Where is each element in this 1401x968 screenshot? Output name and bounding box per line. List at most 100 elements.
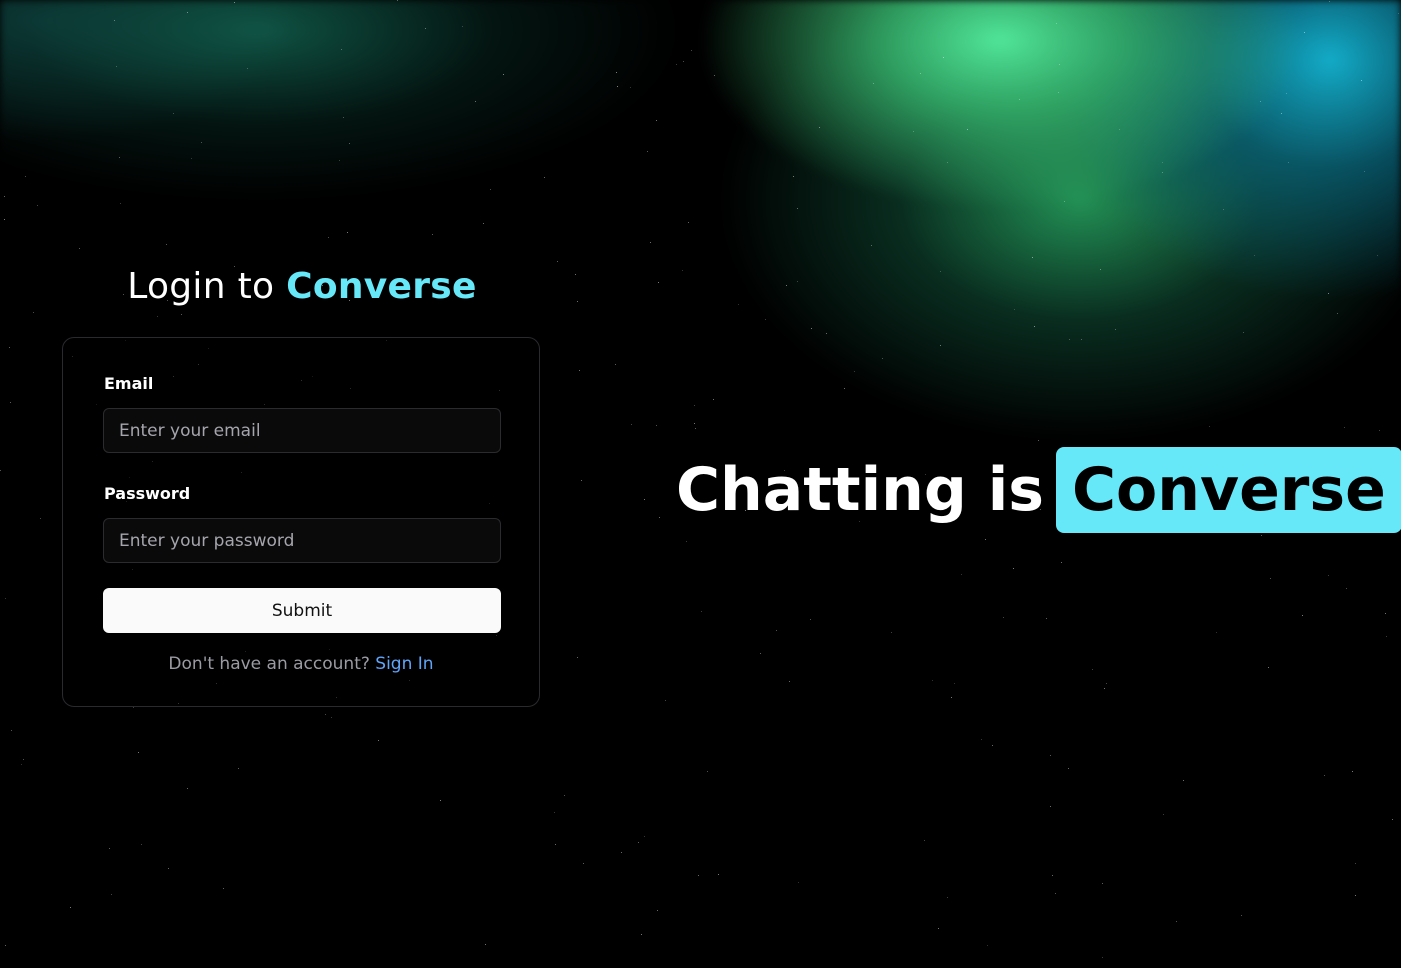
star-dot [1268,667,1269,668]
star-dot [1102,957,1103,958]
star-dot [947,162,948,163]
star-dot [631,424,632,425]
star-dot [682,270,683,271]
sign-in-link[interactable]: Sign In [375,654,433,674]
star-dot [1162,172,1163,173]
star-dot [798,882,799,883]
star-dot [234,2,235,3]
star-dot [1254,255,1255,256]
star-dot [1379,430,1380,431]
star-dot [1052,875,1053,876]
star-dot [644,836,645,837]
submit-button[interactable]: Submit [103,588,501,633]
star-dot [810,619,811,620]
star-dot [555,844,556,845]
star-dot [1176,921,1177,922]
star-dot [932,680,933,681]
star-dot [1243,332,1244,333]
star-dot [760,653,761,654]
star-dot [485,944,486,945]
login-page: Login to Converse Email Password Submit … [0,0,1401,968]
hero-text: Chatting is [676,455,1044,525]
star-dot [1100,269,1101,270]
star-dot [644,499,645,500]
star-dot [490,189,491,190]
star-dot [10,402,11,403]
star-dot [683,61,684,62]
star-dot [1364,171,1365,172]
star-dot [650,242,651,243]
star-dot [544,177,545,178]
password-field[interactable] [103,518,501,563]
login-title-brand: Converse [286,266,477,307]
star-dot [23,759,24,760]
star-dot [1046,618,1047,619]
star-dot [924,840,925,841]
star-dot [676,64,677,65]
star-dot [21,764,22,765]
star-dot [920,73,921,74]
hero-heading: Chatting is Converse [676,447,1401,533]
star-dot [557,261,558,262]
star-dot [1104,688,1105,689]
email-field[interactable] [103,408,501,453]
star-dot [70,907,71,908]
star-dot [349,143,350,144]
star-dot [133,707,134,708]
star-dot [1003,617,1004,618]
star-dot [1260,101,1261,102]
star-dot [641,934,642,935]
star-dot [1329,1,1330,2]
star-dot [873,83,874,84]
star-dot [33,312,34,313]
star-dot [109,848,110,849]
star-dot [173,113,174,114]
star-dot [347,232,348,233]
star-dot [638,842,639,843]
star-dot [943,57,944,58]
star-dot [656,120,657,121]
star-dot [657,910,658,911]
star-dot [1092,669,1093,670]
star-dot [688,222,689,223]
star-dot [1058,92,1059,93]
star-dot [1304,32,1305,33]
password-label: Password [104,484,191,503]
star-dot [621,852,622,853]
star-dot [397,0,398,1]
star-dot [617,86,618,87]
star-dot [1241,915,1242,916]
star-dot [698,875,699,876]
star-dot [1050,806,1051,807]
star-dot [166,244,167,245]
star-dot [1059,64,1060,65]
star-dot [575,274,576,275]
star-dot [1038,440,1039,441]
star-dot [1328,575,1329,576]
star-dot [181,314,182,315]
star-dot [992,745,993,746]
star-dot [1209,426,1210,427]
star-dot [1163,814,1164,815]
star-dot [583,863,584,864]
star-dot [157,316,158,317]
star-dot [247,68,248,69]
star-dot [718,874,719,875]
star-dot [1064,201,1065,202]
star-dot [1377,255,1378,256]
star-dot [1352,771,1353,772]
star-dot [1270,578,1271,579]
star-dot [961,574,962,575]
star-dot [1302,615,1303,616]
star-dot [789,681,790,682]
star-dot [1223,209,1224,210]
star-dot [1055,893,1056,894]
star-dot [343,117,344,118]
star-dot [1344,427,1345,428]
star-dot [1019,99,1020,100]
star-dot [554,812,555,813]
star-dot [765,319,766,320]
login-title-prefix: Login to [127,266,275,307]
star-dot [659,517,660,518]
star-dot [1398,13,1399,14]
